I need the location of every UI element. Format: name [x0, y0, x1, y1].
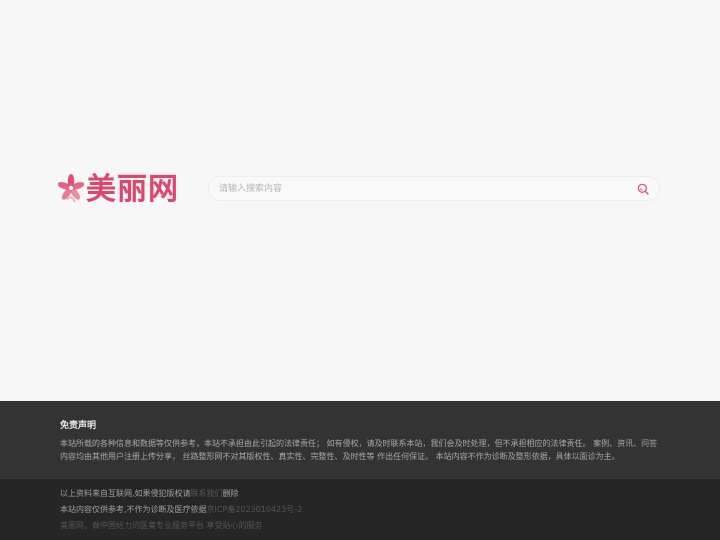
slogan-text: 美丽网，做中国给力的医美专业服务平台 享受贴心的服务: [60, 521, 263, 530]
disclaimer-text: 本站所载的各种信息和数据等仅供参考，本站不承担由此引起的法律责任； 如有侵权，请…: [60, 439, 658, 461]
site-logo[interactable]: 美丽网: [58, 168, 184, 212]
footer-slogan: 美丽网，做中国给力的医美专业服务平台 享受贴心的服务: [60, 520, 263, 531]
logo-text: 美丽网: [86, 172, 179, 207]
flower-icon: [58, 174, 84, 203]
contact-link[interactable]: 联系我们: [191, 489, 223, 498]
search-button[interactable]: [635, 181, 651, 197]
footer-copyright-line: 以上资料来自互联网,如果侵犯版权请联系我们删除: [60, 488, 239, 499]
disclaimer-title: 免责声明: [60, 421, 97, 431]
search-icon: [637, 183, 649, 195]
reference-notice: 本站内容仅供参考,不作为诊断及医疗依据: [60, 505, 207, 514]
search-input[interactable]: [219, 177, 619, 200]
search-box: [208, 176, 660, 201]
delete-link[interactable]: 删除: [223, 489, 239, 498]
footer-icp-line: 本站内容仅供参考,不作为诊断及医疗依据京ICP备2023010423号-2: [60, 504, 302, 515]
icp-number[interactable]: 京ICP备2023010423号-2: [207, 505, 303, 514]
copyright-notice: 以上资料来自互联网,如果侵犯版权请: [60, 489, 191, 498]
header: 美丽网: [0, 0, 720, 400]
